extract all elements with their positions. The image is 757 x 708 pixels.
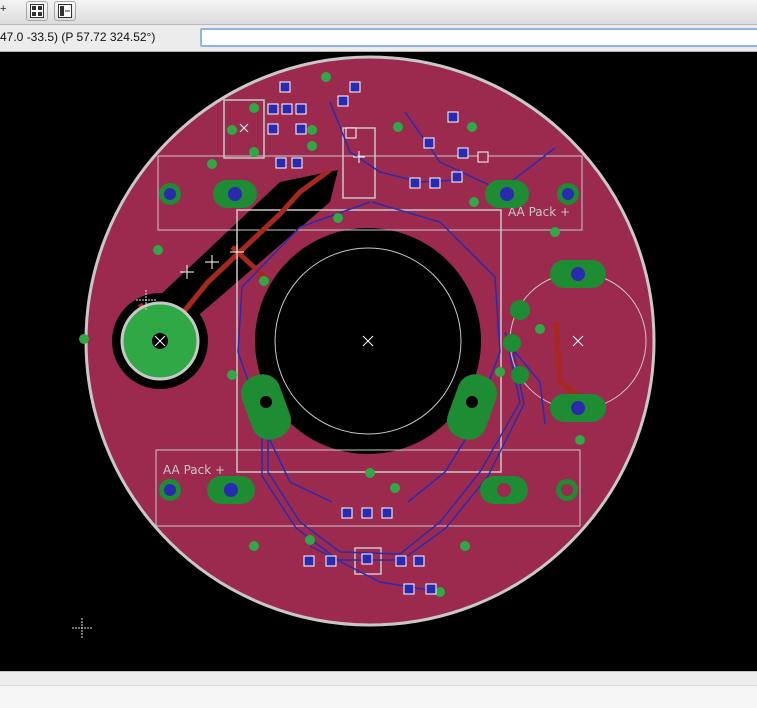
pcb-board-view[interactable]: AA Pack + AA Pack + — [0, 52, 757, 671]
motor-hole-top — [571, 267, 585, 281]
motor-hole-bottom — [571, 401, 585, 415]
coordinate-readout: 47.0 -33.5) (P 57.72 324.52°) — [0, 30, 156, 44]
toolbar-cross-glyph: + — [0, 3, 7, 15]
battery-hole-top-4 — [562, 188, 574, 200]
layout-grid-icon — [30, 4, 44, 18]
layout-split-button[interactable] — [54, 1, 76, 21]
battery-hole-top-2 — [164, 188, 176, 200]
status-strip — [0, 685, 757, 708]
motor-small-pad-3[interactable] — [511, 366, 529, 384]
layout-grid-button[interactable] — [26, 1, 48, 21]
slot-hole-left — [260, 396, 272, 408]
command-input[interactable] — [200, 28, 757, 47]
toolbar: + — [0, 0, 757, 25]
battery-hole-top-3 — [500, 187, 514, 201]
motor-small-pad-2[interactable] — [503, 334, 521, 352]
layout-split-icon — [58, 4, 72, 18]
pcb-canvas[interactable]: AA Pack + AA Pack + — [0, 52, 757, 671]
battery-label-bottom: AA Pack + — [163, 463, 225, 477]
battery-hole-bottom-4 — [561, 484, 573, 496]
battery-hole-bottom-3 — [497, 483, 511, 497]
battery-hole-bottom-1 — [224, 483, 238, 497]
slot-hole-right — [466, 396, 478, 408]
status-bar — [0, 671, 757, 708]
motor-small-pad-1[interactable] — [510, 300, 530, 320]
battery-hole-top-1 — [228, 187, 242, 201]
battery-hole-bottom-2 — [164, 484, 176, 496]
coordinate-bar: 47.0 -33.5) (P 57.72 324.52°) — [0, 25, 757, 52]
